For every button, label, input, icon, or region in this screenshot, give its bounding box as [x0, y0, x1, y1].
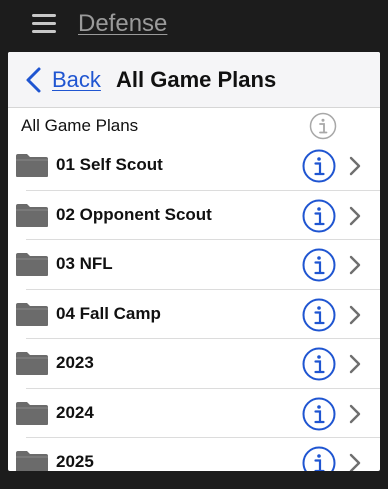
list-item-3[interactable]: 03 NFL	[8, 240, 380, 290]
info-icon	[309, 112, 337, 140]
list-item-label: 2024	[56, 402, 94, 422]
app-title-link[interactable]: Defense	[78, 10, 167, 38]
section-title: All Game Plans	[21, 116, 139, 135]
list-item-2[interactable]: 02 Opponent Scout	[8, 191, 380, 241]
list-item-4[interactable]: 04 Fall Camp	[8, 290, 380, 340]
chevron-left-icon[interactable]	[22, 66, 46, 94]
list-item-label: 03 NFL	[56, 254, 113, 273]
info-icon[interactable]	[302, 199, 336, 233]
back-button[interactable]: Back	[52, 67, 101, 93]
info-icon[interactable]	[302, 397, 336, 431]
info-icon[interactable]	[302, 446, 336, 471]
list-item-label: 04 Fall Camp	[56, 303, 161, 323]
chevron-right-icon[interactable]	[348, 452, 362, 471]
game-plans-panel: Back All Game Plans All Game Plans 01 Se…	[8, 52, 380, 471]
list-item-1[interactable]: 01 Self Scout	[8, 141, 380, 191]
chevron-right-icon[interactable]	[348, 205, 362, 227]
chevron-right-icon[interactable]	[348, 254, 362, 276]
chevron-right-icon[interactable]	[348, 304, 362, 326]
list-item-label: 2023	[56, 353, 94, 372]
folder-icon	[16, 253, 48, 276]
list-item-label: 2025	[56, 452, 94, 471]
game-plan-list: 01 Self Scout 02 Opponent Scout 03 NFL 0…	[8, 141, 380, 471]
folder-icon	[16, 154, 48, 177]
bottom-bar	[0, 471, 388, 489]
hamburger-icon[interactable]	[32, 14, 56, 34]
info-icon[interactable]	[302, 149, 336, 183]
list-item-label: 02 Opponent Scout	[56, 204, 212, 224]
page-title: All Game Plans	[116, 67, 277, 92]
list-item-label: 01 Self Scout	[56, 155, 163, 174]
list-item-6[interactable]: 2024	[8, 389, 380, 439]
chevron-right-icon[interactable]	[348, 155, 362, 177]
section-header: All Game Plans	[8, 108, 380, 141]
chevron-right-icon[interactable]	[348, 353, 362, 375]
info-icon[interactable]	[302, 347, 336, 381]
info-icon[interactable]	[302, 298, 336, 332]
folder-icon	[16, 302, 48, 326]
navigation-bar: Back All Game Plans	[8, 52, 380, 108]
app-top-bar: Defense	[0, 0, 388, 52]
folder-icon	[16, 352, 48, 375]
folder-icon	[16, 401, 48, 425]
list-item-5[interactable]: 2023	[8, 339, 380, 389]
folder-icon	[16, 451, 48, 471]
folder-icon	[16, 203, 48, 227]
info-icon[interactable]	[302, 248, 336, 282]
list-item-7[interactable]: 2025	[8, 438, 380, 471]
chevron-right-icon[interactable]	[348, 403, 362, 425]
